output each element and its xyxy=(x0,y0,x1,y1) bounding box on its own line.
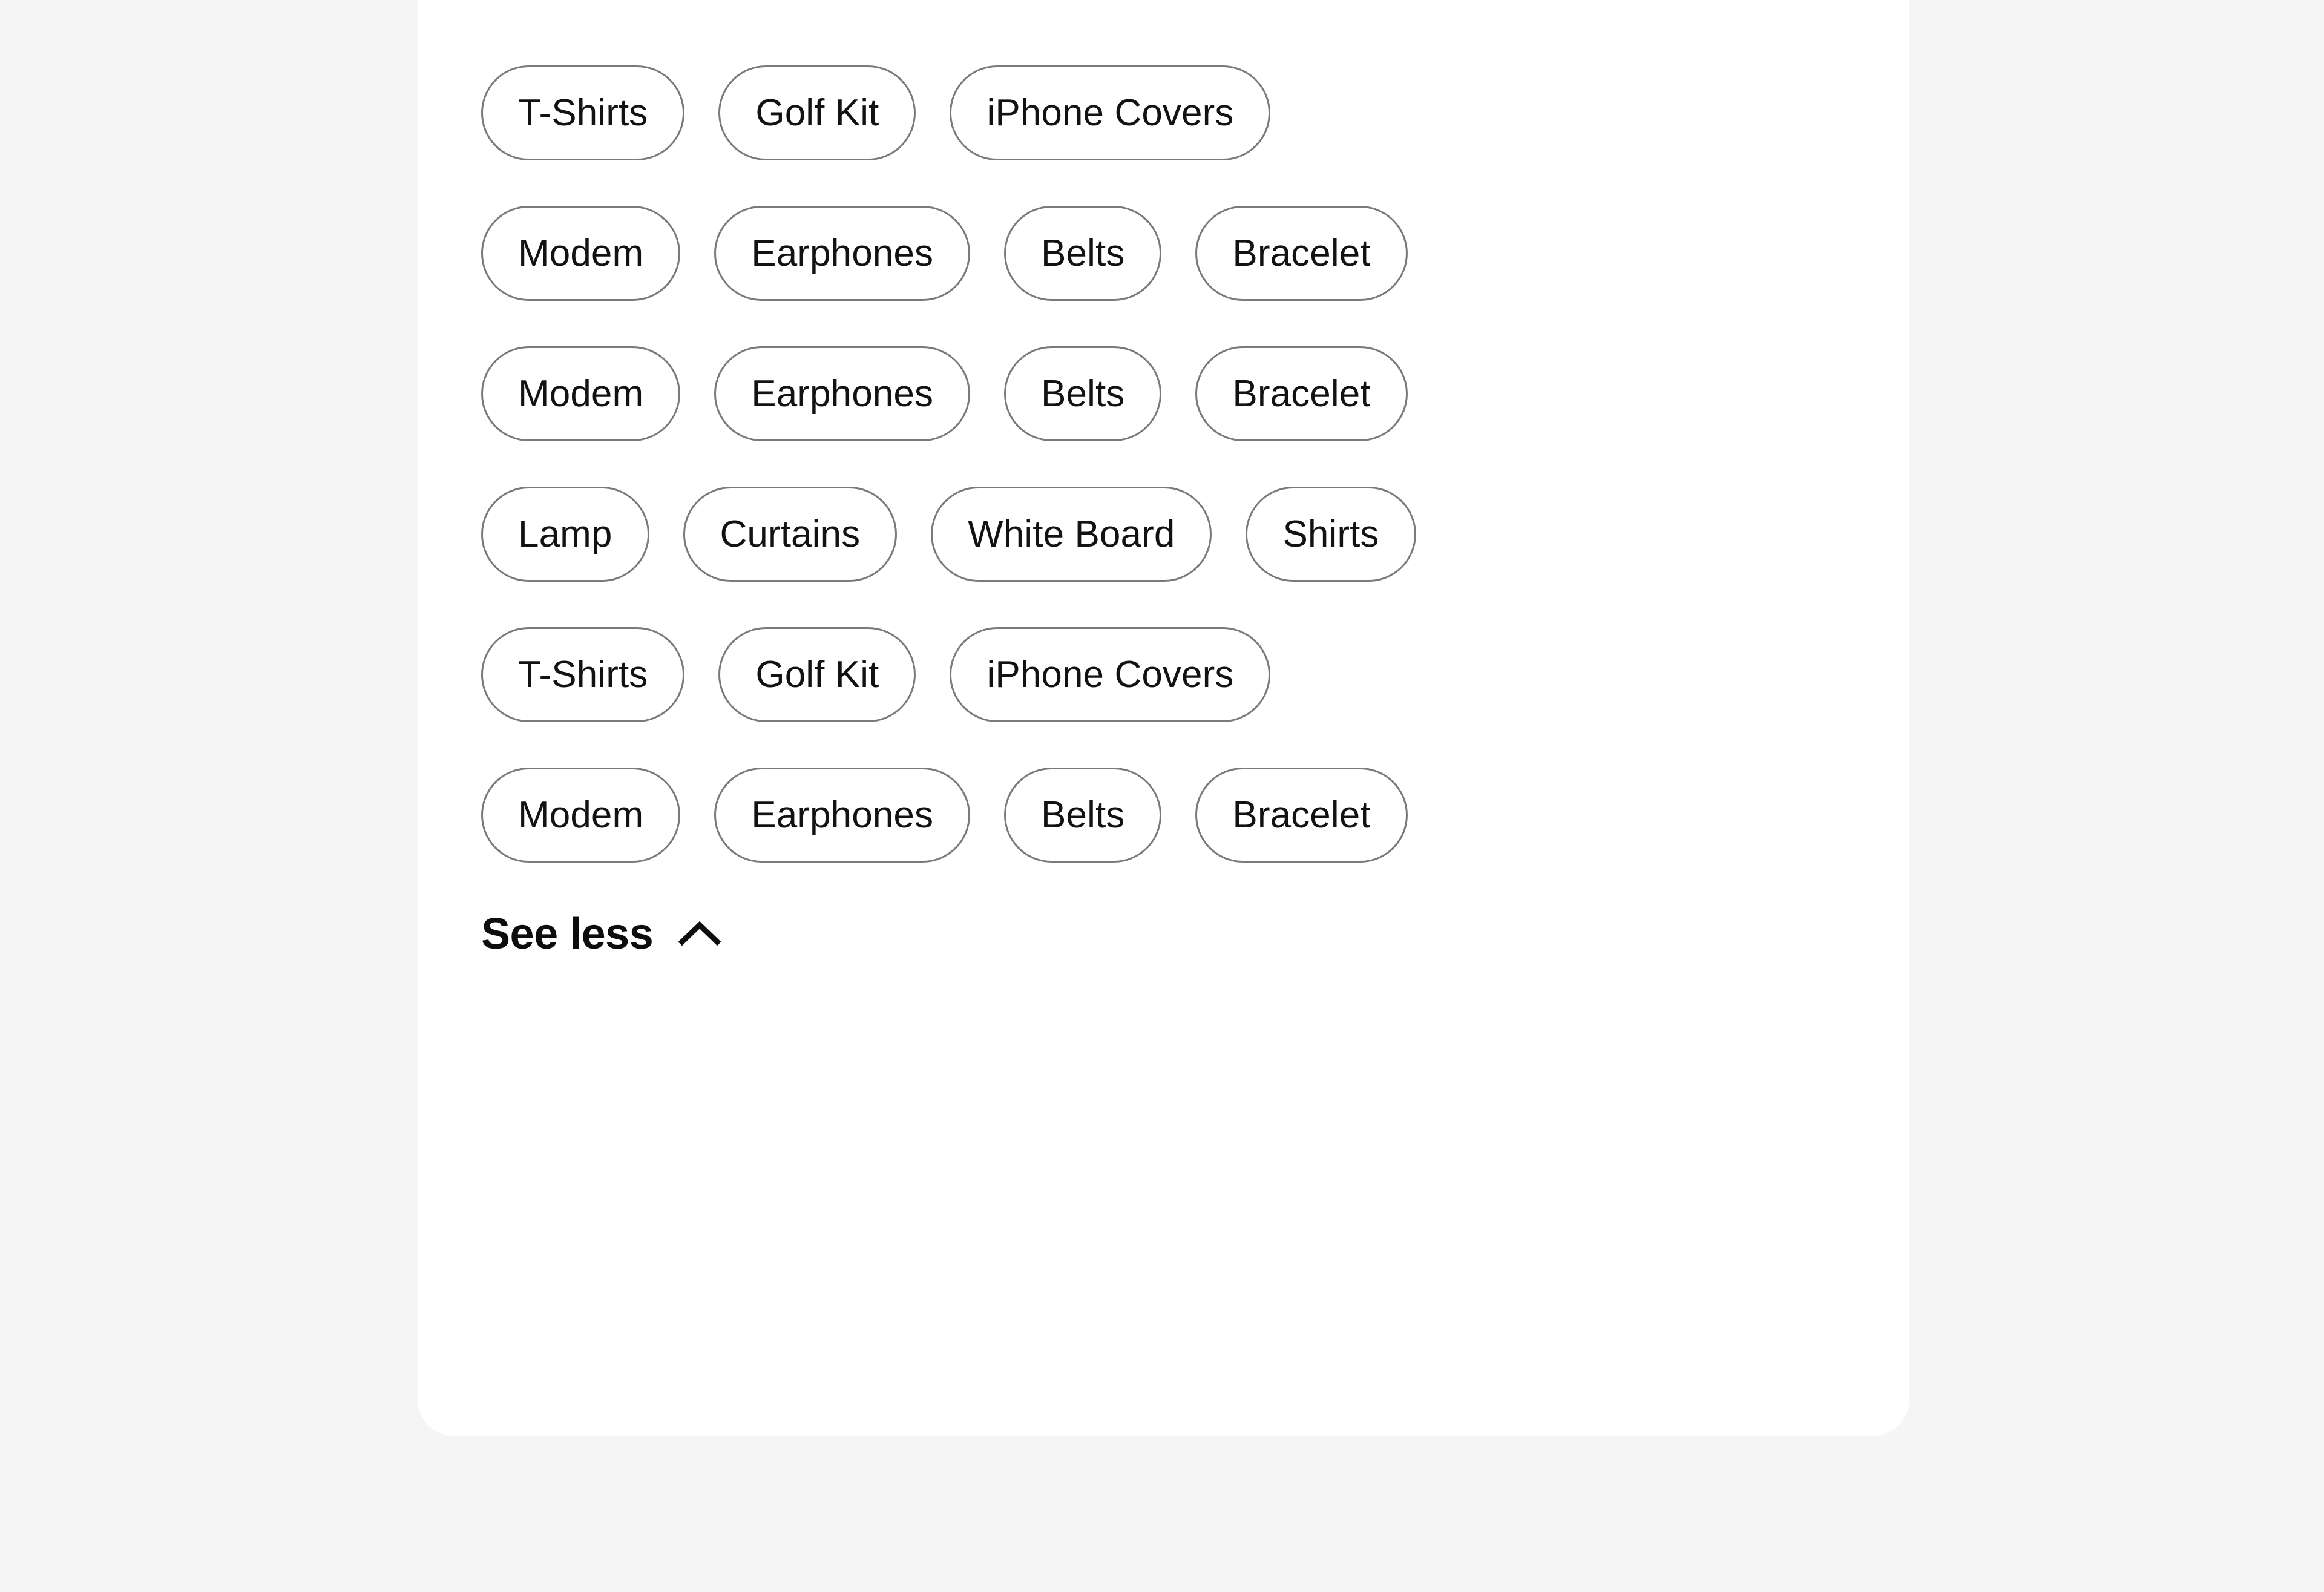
chip-row: Lamp Curtains White Board Shirts xyxy=(481,487,1846,582)
category-chip[interactable]: Bracelet xyxy=(1195,768,1408,863)
category-chip[interactable]: Bracelet xyxy=(1195,346,1408,441)
see-less-label: See less xyxy=(481,910,654,958)
category-chip[interactable]: T-Shirts xyxy=(481,65,685,160)
category-chip[interactable]: Earphones xyxy=(714,206,971,301)
chip-row: T-Shirts Golf Kit iPhone Covers xyxy=(481,627,1846,722)
chevron-up-icon xyxy=(674,908,726,960)
category-chip[interactable]: Shirts xyxy=(1246,487,1416,582)
category-filter-card: T-Shirts Golf Kit iPhone Covers Modem Ea… xyxy=(418,0,1909,1436)
category-chip[interactable]: Golf Kit xyxy=(718,65,916,160)
category-chip[interactable]: Belts xyxy=(1004,768,1162,863)
category-chip-group: T-Shirts Golf Kit iPhone Covers Modem Ea… xyxy=(481,65,1846,863)
category-chip[interactable]: iPhone Covers xyxy=(950,65,1271,160)
category-chip[interactable]: T-Shirts xyxy=(481,627,685,722)
category-chip[interactable]: Earphones xyxy=(714,768,971,863)
category-chip[interactable]: Curtains xyxy=(683,487,898,582)
chip-row: Modem Earphones Belts Bracelet xyxy=(481,206,1846,301)
category-chip[interactable]: Belts xyxy=(1004,206,1162,301)
see-less-toggle[interactable]: See less xyxy=(481,908,726,960)
category-chip[interactable]: Belts xyxy=(1004,346,1162,441)
chip-row: Modem Earphones Belts Bracelet xyxy=(481,346,1846,441)
category-chip[interactable]: Earphones xyxy=(714,346,971,441)
category-chip[interactable]: iPhone Covers xyxy=(950,627,1271,722)
category-chip[interactable]: Bracelet xyxy=(1195,206,1408,301)
category-chip[interactable]: Modem xyxy=(481,768,681,863)
category-chip[interactable]: Lamp xyxy=(481,487,649,582)
page-background: T-Shirts Golf Kit iPhone Covers Modem Ea… xyxy=(0,0,2324,1592)
category-chip[interactable]: Modem xyxy=(481,346,681,441)
category-chip[interactable]: White Board xyxy=(931,487,1212,582)
category-chip[interactable]: Golf Kit xyxy=(718,627,916,722)
chip-row: T-Shirts Golf Kit iPhone Covers xyxy=(481,65,1846,160)
chip-row: Modem Earphones Belts Bracelet xyxy=(481,768,1846,863)
category-chip[interactable]: Modem xyxy=(481,206,681,301)
